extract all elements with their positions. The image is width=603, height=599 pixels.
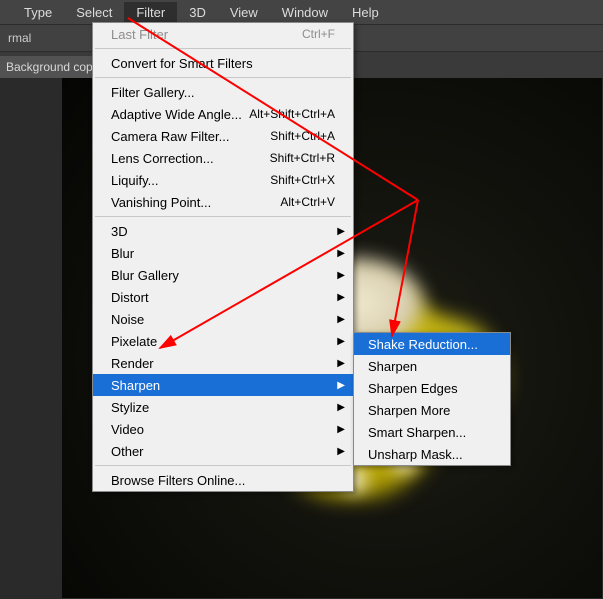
menuitem-label: Render (111, 356, 154, 371)
menu-type[interactable]: Type (12, 2, 64, 23)
menuitem-browse-filters-online[interactable]: Browse Filters Online... (93, 469, 353, 491)
menuitem-distort[interactable]: Distort ▶ (93, 286, 353, 308)
menuitem-filter-gallery[interactable]: Filter Gallery... (93, 81, 353, 103)
menuitem-blur[interactable]: Blur ▶ (93, 242, 353, 264)
menuitem-label: Blur Gallery (111, 268, 179, 283)
menuitem-pixelate[interactable]: Pixelate ▶ (93, 330, 353, 352)
menuitem-render[interactable]: Render ▶ (93, 352, 353, 374)
submenu-arrow-icon: ▶ (337, 226, 345, 237)
menuitem-shortcut: Shift+Ctrl+A (270, 129, 335, 143)
filter-menu-dropdown: Last Filter Ctrl+F Convert for Smart Fil… (92, 22, 354, 492)
menuitem-label: Camera Raw Filter... (111, 129, 229, 144)
menu-separator (95, 216, 351, 217)
menuitem-shortcut: Alt+Shift+Ctrl+A (249, 107, 335, 121)
menuitem-shortcut: Shift+Ctrl+X (270, 173, 335, 187)
submenu-sharpen[interactable]: Sharpen (354, 355, 510, 377)
submenu-sharpen-more[interactable]: Sharpen More (354, 399, 510, 421)
menuitem-label: Convert for Smart Filters (111, 56, 253, 71)
menuitem-liquify[interactable]: Liquify... Shift+Ctrl+X (93, 169, 353, 191)
menuitem-label: Sharpen (111, 378, 160, 393)
submenu-arrow-icon: ▶ (337, 424, 345, 435)
submenu-sharpen-edges[interactable]: Sharpen Edges (354, 377, 510, 399)
menu-separator (95, 48, 351, 49)
menuitem-label: Lens Correction... (111, 151, 214, 166)
menuitem-label: Stylize (111, 400, 149, 415)
submenu-arrow-icon: ▶ (337, 402, 345, 413)
menu-3d[interactable]: 3D (177, 2, 218, 23)
menu-select[interactable]: Select (64, 2, 124, 23)
menuitem-label: Pixelate (111, 334, 157, 349)
submenu-arrow-icon: ▶ (337, 336, 345, 347)
menuitem-shortcut: Shift+Ctrl+R (270, 151, 335, 165)
menuitem-label: Adaptive Wide Angle... (111, 107, 242, 122)
menuitem-label: Noise (111, 312, 144, 327)
menu-window[interactable]: Window (270, 2, 340, 23)
submenu-shake-reduction[interactable]: Shake Reduction... (354, 333, 510, 355)
submenu-arrow-icon: ▶ (337, 380, 345, 391)
menuitem-stylize[interactable]: Stylize ▶ (93, 396, 353, 418)
menu-separator (95, 77, 351, 78)
menuitem-noise[interactable]: Noise ▶ (93, 308, 353, 330)
menuitem-3d[interactable]: 3D ▶ (93, 220, 353, 242)
blend-mode-combo[interactable]: rmal (2, 30, 37, 46)
menuitem-shortcut: Ctrl+F (302, 27, 335, 41)
submenu-arrow-icon: ▶ (337, 248, 345, 259)
menuitem-label: Liquify... (111, 173, 158, 188)
menubar: Type Select Filter 3D View Window Help (0, 0, 603, 24)
submenu-arrow-icon: ▶ (337, 292, 345, 303)
menuitem-convert-smart-filters[interactable]: Convert for Smart Filters (93, 52, 353, 74)
submenu-unsharp-mask[interactable]: Unsharp Mask... (354, 443, 510, 465)
menu-filter[interactable]: Filter (124, 2, 177, 23)
menuitem-label: Video (111, 422, 144, 437)
menuitem-video[interactable]: Video ▶ (93, 418, 353, 440)
menu-separator (95, 465, 351, 466)
sharpen-submenu: Shake Reduction... Sharpen Sharpen Edges… (353, 332, 511, 466)
menuitem-label: 3D (111, 224, 128, 239)
menuitem-adaptive-wide-angle[interactable]: Adaptive Wide Angle... Alt+Shift+Ctrl+A (93, 103, 353, 125)
menu-help[interactable]: Help (340, 2, 391, 23)
menuitem-sharpen[interactable]: Sharpen ▶ (93, 374, 353, 396)
menuitem-label: Vanishing Point... (111, 195, 211, 210)
menuitem-label: Other (111, 444, 144, 459)
submenu-smart-sharpen[interactable]: Smart Sharpen... (354, 421, 510, 443)
menuitem-blur-gallery[interactable]: Blur Gallery ▶ (93, 264, 353, 286)
menuitem-other[interactable]: Other ▶ (93, 440, 353, 462)
menuitem-vanishing-point[interactable]: Vanishing Point... Alt+Ctrl+V (93, 191, 353, 213)
menuitem-camera-raw-filter[interactable]: Camera Raw Filter... Shift+Ctrl+A (93, 125, 353, 147)
submenu-arrow-icon: ▶ (337, 446, 345, 457)
menuitem-label: Distort (111, 290, 149, 305)
menuitem-label: Blur (111, 246, 134, 261)
menuitem-label: Last Filter (111, 27, 168, 42)
menuitem-label: Filter Gallery... (111, 85, 195, 100)
menuitem-shortcut: Alt+Ctrl+V (280, 195, 335, 209)
menuitem-label: Browse Filters Online... (111, 473, 245, 488)
submenu-arrow-icon: ▶ (337, 358, 345, 369)
submenu-arrow-icon: ▶ (337, 270, 345, 281)
menuitem-last-filter: Last Filter Ctrl+F (93, 23, 353, 45)
submenu-arrow-icon: ▶ (337, 314, 345, 325)
menuitem-lens-correction[interactable]: Lens Correction... Shift+Ctrl+R (93, 147, 353, 169)
menu-view[interactable]: View (218, 2, 270, 23)
